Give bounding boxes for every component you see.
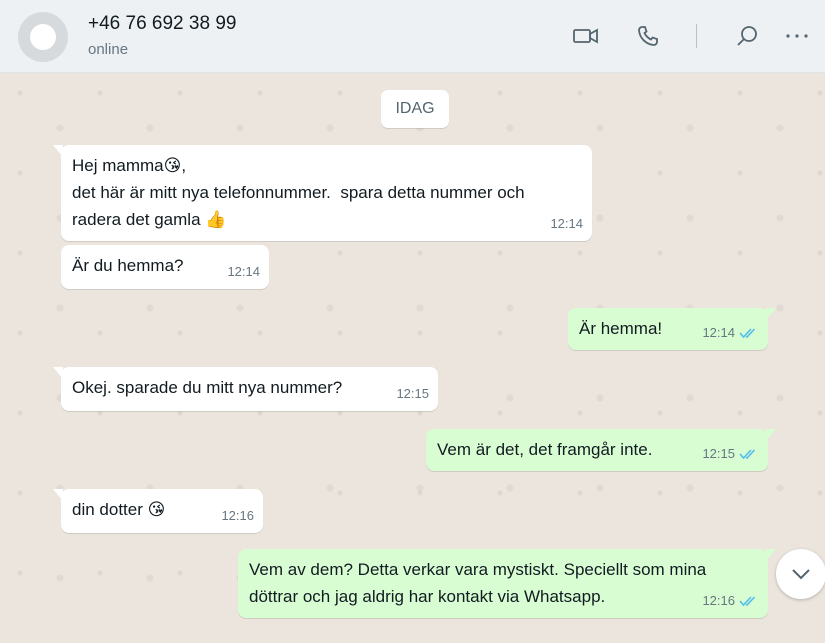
message-bubble-incoming[interactable]: Hej mamma😘, det här är mitt nya telefonn… xyxy=(53,145,592,241)
message-text-line: radera det gamla 👍 xyxy=(72,210,227,229)
message-bubble-outgoing[interactable]: Vem är det, det framgår inte. 12:15 xyxy=(426,429,776,471)
message-time: 12:14 xyxy=(702,325,735,340)
date-label: IDAG xyxy=(381,90,449,128)
search-icon[interactable] xyxy=(732,22,762,50)
message-text: Okej. sparade du mitt nya nummer? xyxy=(72,378,343,397)
read-ticks-icon xyxy=(739,595,756,606)
message-text-line: Vem av dem? Detta verkar vara mystiskt. … xyxy=(249,560,707,579)
message-time: 12:15 xyxy=(702,446,735,461)
message-time: 12:16 xyxy=(702,593,735,608)
message-text-line: Hej mamma😘, xyxy=(72,156,187,175)
message-time: 12:15 xyxy=(396,386,429,401)
message-time: 12:14 xyxy=(227,264,260,279)
read-ticks-icon xyxy=(739,327,756,338)
voice-call-icon[interactable] xyxy=(633,22,663,50)
menu-icon[interactable] xyxy=(782,22,812,50)
header-divider xyxy=(696,24,697,48)
scroll-to-bottom-button[interactable] xyxy=(776,549,825,599)
message-text-line: döttrar och jag aldrig har kontakt via W… xyxy=(249,587,606,606)
message-bubble-incoming[interactable]: Är du hemma? 12:14 xyxy=(61,245,269,289)
message-time: 12:14 xyxy=(550,216,583,231)
message-bubble-incoming[interactable]: din dotter 😘 12:16 xyxy=(53,489,263,533)
video-call-icon[interactable] xyxy=(571,22,601,50)
message-bubble-outgoing[interactable]: Är hemma! 12:14 xyxy=(568,308,776,350)
contact-status: online xyxy=(88,41,129,58)
message-bubble-incoming[interactable]: Okej. sparade du mitt nya nummer? 12:15 xyxy=(53,367,438,411)
chevron-down-icon xyxy=(792,569,810,580)
message-time: 12:16 xyxy=(221,508,254,523)
contact-avatar[interactable] xyxy=(18,12,68,62)
chat-header: +46 76 692 38 99 online xyxy=(0,0,825,73)
message-text-line: det här är mitt nya telefonnummer. spara… xyxy=(72,183,525,202)
message-bubble-outgoing[interactable]: Vem av dem? Detta verkar vara mystiskt. … xyxy=(238,549,776,618)
contact-name[interactable]: +46 76 692 38 99 xyxy=(88,13,236,35)
chat-area[interactable]: IDAG Hej mamma😘, det här är mitt nya tel… xyxy=(0,73,825,643)
read-ticks-icon xyxy=(739,448,756,459)
